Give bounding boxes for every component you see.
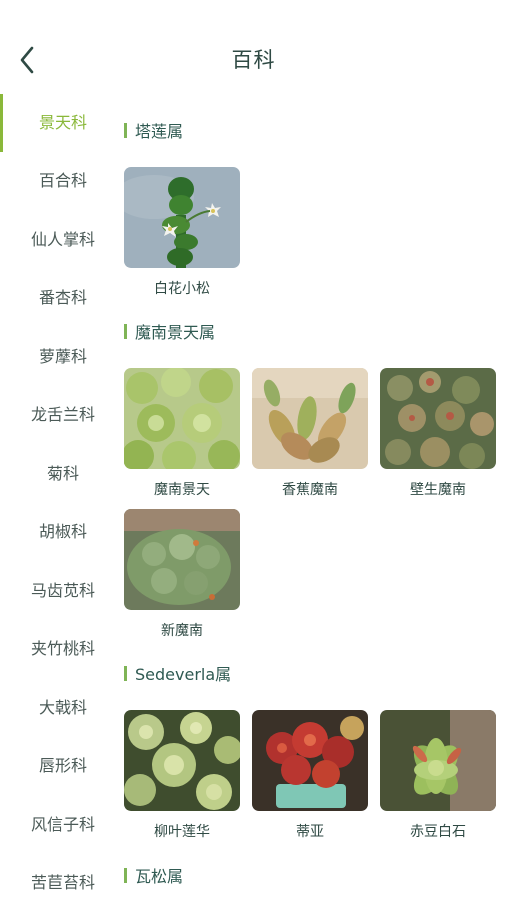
plant-card[interactable]: 柳叶莲华	[124, 710, 240, 841]
sidebar-item-fanxing[interactable]: 番杏科	[0, 269, 126, 327]
genus-title: 塔莲属	[135, 122, 184, 141]
plant-card[interactable]: 蒂亚	[252, 710, 368, 841]
genus-title: Sedeverla属	[135, 665, 232, 684]
sidebar-item-label: 苦苣苔科	[30, 873, 95, 892]
page-title: 百科	[231, 48, 276, 72]
sidebar-item-label: 胡椒科	[38, 522, 87, 541]
plant-photo	[380, 710, 496, 811]
active-indicator	[0, 94, 3, 152]
sidebar-item-label: 仙人掌科	[30, 230, 95, 249]
sidebar-item-label: 唇形科	[38, 756, 87, 775]
plant-card[interactable]: 赤豆白石	[380, 710, 496, 841]
family-sidebar: 景天科 百合科 仙人掌科 番杏科 萝藦科 龙舌兰科 菊科 胡椒科 马齿苋科 夹竹…	[0, 94, 126, 900]
plant-photo	[124, 509, 240, 610]
header: 百科	[0, 0, 507, 100]
genus-header: 塔莲属	[124, 119, 183, 141]
plant-photo	[124, 368, 240, 469]
section-marker	[124, 323, 127, 339]
plant-card[interactable]: 香蕉魔南	[252, 368, 368, 499]
genus-title: 魔南景天属	[135, 323, 216, 342]
sidebar-item-label: 番杏科	[38, 288, 87, 307]
sidebar-item-luomo[interactable]: 萝藦科	[0, 328, 126, 386]
sidebar-item-label: 马齿苋科	[30, 581, 95, 600]
plant-card[interactable]: 白花小松	[124, 167, 240, 298]
genus-header: 魔南景天属	[124, 320, 215, 342]
sidebar-item-label: 大戟科	[38, 698, 87, 717]
plant-photo	[124, 710, 240, 811]
genus-header: Sedeverla属	[124, 662, 231, 684]
sidebar-item-baihe[interactable]: 百合科	[0, 152, 126, 210]
sidebar-item-label: 风信子科	[30, 815, 95, 834]
sidebar-item-machixian[interactable]: 马齿苋科	[0, 562, 126, 620]
sidebar-item-daji[interactable]: 大戟科	[0, 679, 126, 737]
section-marker	[124, 665, 127, 681]
sidebar-item-label: 萝藦科	[38, 347, 87, 366]
plant-name: 魔南景天	[154, 482, 210, 498]
plant-name: 柳叶莲华	[154, 824, 210, 840]
plant-name: 新魔南	[161, 623, 203, 639]
plant-photo	[252, 368, 368, 469]
sidebar-item-ju[interactable]: 菊科	[0, 445, 126, 503]
sidebar-item-xianrenzhang[interactable]: 仙人掌科	[0, 211, 126, 269]
plant-name: 蒂亚	[296, 824, 324, 840]
genus-header: 瓦松属	[124, 864, 183, 886]
sidebar-item-label: 夹竹桃科	[30, 639, 95, 658]
plant-name: 白花小松	[154, 281, 210, 297]
sidebar-item-hujiao[interactable]: 胡椒科	[0, 503, 126, 561]
section-marker	[124, 122, 127, 138]
plant-card[interactable]: 魔南景天	[124, 368, 240, 499]
sidebar-item-longshelan[interactable]: 龙舌兰科	[0, 386, 126, 444]
sidebar-item-jingtian[interactable]: 景天科	[0, 94, 126, 152]
plant-name: 赤豆白石	[410, 824, 466, 840]
sidebar-item-fengxinzi[interactable]: 风信子科	[0, 796, 126, 854]
plant-name: 壁生魔南	[410, 482, 466, 498]
sidebar-item-label: 百合科	[38, 171, 87, 190]
sidebar-item-jiazhutao[interactable]: 夹竹桃科	[0, 620, 126, 678]
section-marker	[124, 867, 127, 883]
sidebar-item-label: 菊科	[46, 464, 79, 483]
plant-name: 香蕉魔南	[282, 482, 338, 498]
plant-content: 塔莲属 白花小松 魔南景天属 魔南景天 香蕉魔南 壁生魔南 新魔南 Sedeve…	[124, 100, 507, 900]
sidebar-item-label: 龙舌兰科	[30, 405, 95, 424]
sidebar-item-kujutai[interactable]: 苦苣苔科	[0, 854, 126, 900]
plant-photo	[252, 710, 368, 811]
sidebar-item-chunxing[interactable]: 唇形科	[0, 737, 126, 795]
plant-card[interactable]: 壁生魔南	[380, 368, 496, 499]
genus-title: 瓦松属	[135, 867, 184, 886]
plant-photo	[380, 368, 496, 469]
sidebar-item-label: 景天科	[38, 113, 87, 132]
plant-photo	[124, 167, 240, 268]
plant-card[interactable]: 新魔南	[124, 509, 240, 640]
